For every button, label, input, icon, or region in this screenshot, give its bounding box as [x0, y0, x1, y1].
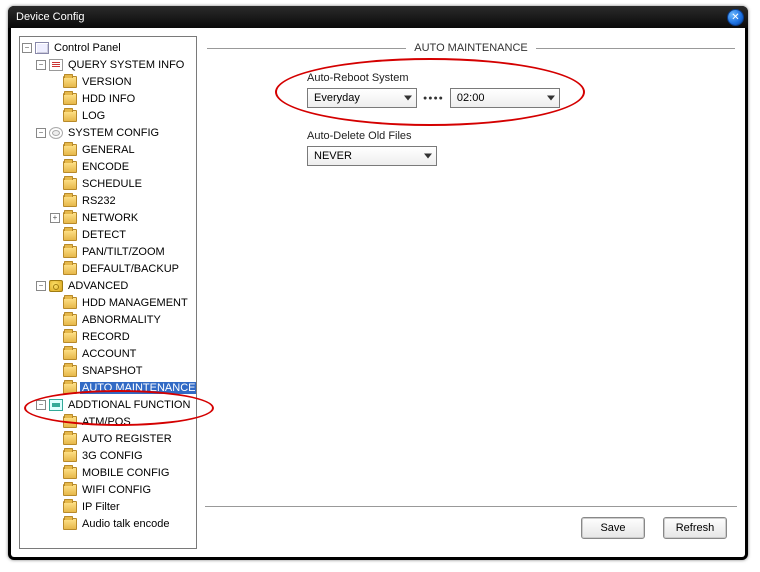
section-title: AUTO MAINTENANCE	[406, 42, 535, 54]
close-icon[interactable]: ✕	[727, 9, 744, 26]
tree-item-snapshot[interactable]: SNAPSHOT	[80, 365, 145, 377]
tree-root[interactable]: Control Panel	[52, 42, 123, 54]
gear-icon	[49, 127, 63, 139]
tree-item-autoreg[interactable]: AUTO REGISTER	[80, 433, 174, 445]
tree-item-atmpos[interactable]: ATM/POS	[80, 416, 133, 428]
content-panel: AUTO MAINTENANCE Auto-Reboot System Ever…	[205, 36, 737, 549]
folder-icon	[63, 365, 77, 377]
tree-item-general[interactable]: GENERAL	[80, 144, 137, 156]
collapse-icon[interactable]: −	[36, 281, 46, 291]
tree-item-encode[interactable]: ENCODE	[80, 161, 131, 173]
collapse-icon[interactable]: −	[36, 60, 46, 70]
tree-item-wifi[interactable]: WIFI CONFIG	[80, 484, 153, 496]
info-icon	[49, 59, 63, 71]
auto-reboot-label: Auto-Reboot System	[307, 72, 735, 84]
tree-item-record[interactable]: RECORD	[80, 331, 132, 343]
save-button[interactable]: Save	[581, 517, 645, 539]
folder-icon	[63, 212, 77, 224]
divider	[536, 48, 735, 49]
window: Device Config ✕ − Control Panel −	[8, 6, 748, 560]
collapse-icon[interactable]: −	[36, 128, 46, 138]
folder-icon	[63, 93, 77, 105]
folder-icon	[63, 433, 77, 445]
function-icon	[49, 399, 63, 411]
window-title: Device Config	[16, 11, 727, 23]
divider	[205, 506, 737, 507]
reboot-frequency-select[interactable]: Everyday	[307, 88, 417, 108]
folder-icon	[63, 195, 77, 207]
folder-icon	[63, 467, 77, 479]
advanced-icon	[49, 280, 63, 292]
folder-icon	[63, 263, 77, 275]
folder-icon	[63, 110, 77, 122]
tree-group-advanced[interactable]: ADVANCED	[66, 280, 130, 292]
auto-delete-label: Auto-Delete Old Files	[307, 130, 735, 142]
folder-icon	[63, 229, 77, 241]
tree-item-rs232[interactable]: RS232	[80, 195, 118, 207]
reboot-time-select[interactable]: 02:00	[450, 88, 560, 108]
tree-item-audiotalk[interactable]: Audio talk encode	[80, 518, 171, 530]
folder-icon	[63, 348, 77, 360]
folder-icon	[63, 382, 77, 394]
folder-icon	[63, 450, 77, 462]
tree-item-hddinfo[interactable]: HDD INFO	[80, 93, 137, 105]
tree-item-3g[interactable]: 3G CONFIG	[80, 450, 145, 462]
tree-item-ipfilter[interactable]: IP Filter	[80, 501, 122, 513]
divider	[207, 48, 406, 49]
folder-icon	[63, 331, 77, 343]
folder-icon	[63, 246, 77, 258]
auto-delete-select[interactable]: NEVER	[307, 146, 437, 166]
tree-item-automaint[interactable]: AUTO MAINTENANCE	[80, 382, 197, 394]
tree-item-backup[interactable]: DEFAULT/BACKUP	[80, 263, 181, 275]
tree-item-schedule[interactable]: SCHEDULE	[80, 178, 144, 190]
tree-item-version[interactable]: VERSION	[80, 76, 134, 88]
tree-item-log[interactable]: LOG	[80, 110, 107, 122]
tree-group-additional[interactable]: ADDTIONAL FUNCTION	[66, 399, 192, 411]
separator-dots: ●●●●	[423, 95, 444, 102]
tree-item-network[interactable]: NETWORK	[80, 212, 140, 224]
folder-icon	[63, 144, 77, 156]
tree-item-mobile[interactable]: MOBILE CONFIG	[80, 467, 171, 479]
panel-icon	[35, 42, 49, 54]
titlebar: Device Config ✕	[8, 6, 748, 28]
folder-icon	[63, 314, 77, 326]
folder-icon	[63, 297, 77, 309]
folder-icon	[63, 518, 77, 530]
tree-item-abnorm[interactable]: ABNORMALITY	[80, 314, 163, 326]
tree-item-hddmng[interactable]: HDD MANAGEMENT	[80, 297, 190, 309]
folder-icon	[63, 161, 77, 173]
collapse-icon[interactable]: −	[22, 43, 32, 53]
navigation-tree[interactable]: − Control Panel − QUERY SYSTEM INFO VERS…	[19, 36, 197, 549]
folder-icon	[63, 484, 77, 496]
folder-icon	[63, 76, 77, 88]
refresh-button[interactable]: Refresh	[663, 517, 727, 539]
folder-icon	[63, 178, 77, 190]
collapse-icon[interactable]: −	[36, 400, 46, 410]
folder-icon	[63, 501, 77, 513]
tree-group-system[interactable]: SYSTEM CONFIG	[66, 127, 161, 139]
tree-item-account[interactable]: ACCOUNT	[80, 348, 138, 360]
tree-group-query[interactable]: QUERY SYSTEM INFO	[66, 59, 186, 71]
folder-icon	[63, 416, 77, 428]
expand-icon[interactable]: +	[50, 213, 60, 223]
tree-item-detect[interactable]: DETECT	[80, 229, 128, 241]
tree-item-ptz[interactable]: PAN/TILT/ZOOM	[80, 246, 167, 258]
